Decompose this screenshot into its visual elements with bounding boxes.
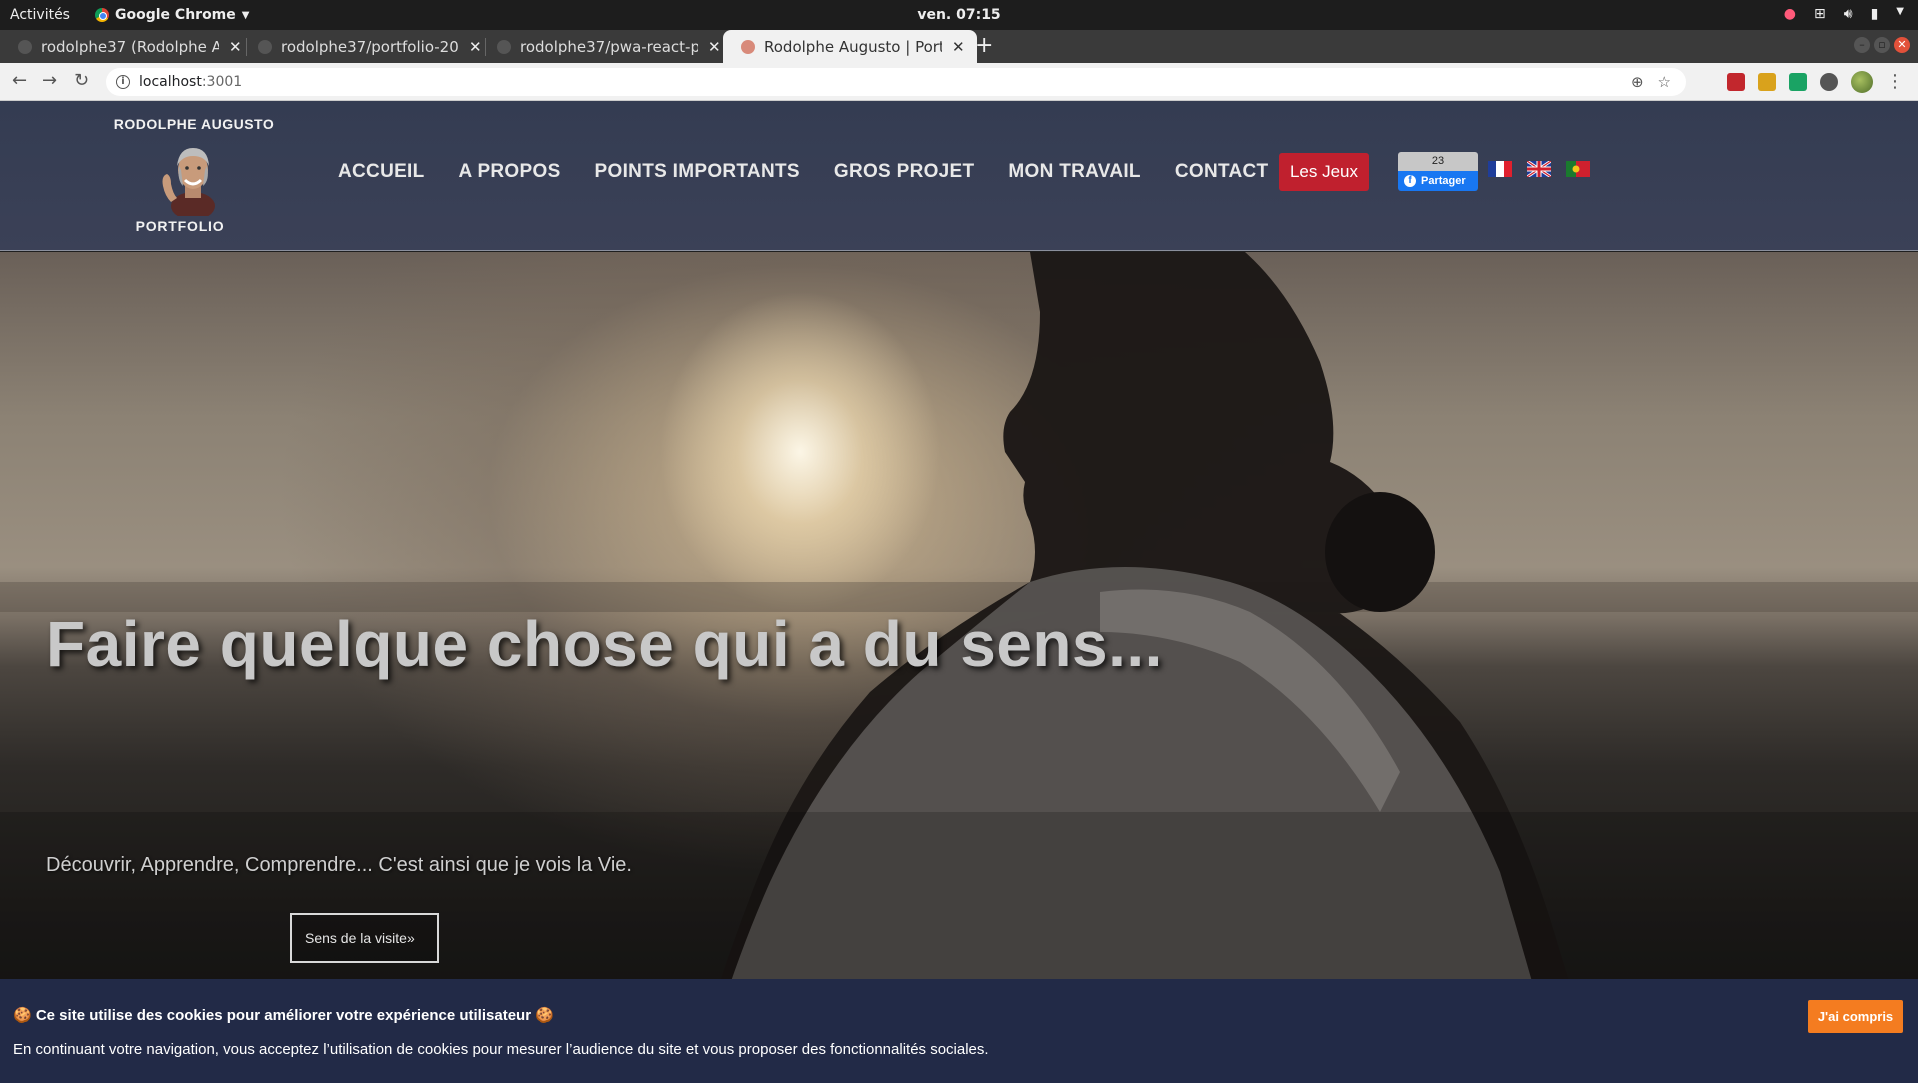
nav-link-contact[interactable]: CONTACT [1175, 161, 1269, 183]
browser-tab[interactable]: rodolphe37 (Rodolphe Augusto) ✕ [0, 30, 254, 63]
github-icon [497, 39, 511, 54]
volume-icon[interactable]: 🔊︎ [1844, 6, 1853, 22]
hero-title: Faire quelque chose qui a du sens... [46, 608, 1163, 680]
window-close-icon[interactable]: ✕ [1894, 37, 1910, 53]
cookie-consent-banner: 🍪 Ce site utilise des cookies pour améli… [0, 979, 1918, 1083]
french-flag-icon[interactable] [1488, 161, 1512, 177]
cookie-banner-title: 🍪 Ce site utilise des cookies pour améli… [13, 1007, 554, 1024]
app-menu-label: Google Chrome [115, 7, 236, 23]
close-icon[interactable]: ✕ [708, 38, 721, 56]
share-label-row: f Partager [1398, 171, 1478, 191]
hero-section: Faire quelque chose qui a du sens... Déc… [0, 252, 1918, 1082]
extensions-row: ⋮ [1727, 71, 1904, 93]
system-clock[interactable]: ven. 07:15 [917, 7, 1000, 23]
visit-guide-button[interactable]: Sens de la visite» [290, 913, 439, 963]
tab-title: rodolphe37/pwa-react-pr [520, 37, 698, 56]
avatar [155, 136, 225, 220]
games-button[interactable]: Les Jeux [1279, 153, 1369, 191]
github-icon [258, 39, 272, 54]
chevron-down-icon[interactable]: ▼ [1896, 6, 1904, 22]
window-controls: – ▫ ✕ [1854, 37, 1910, 53]
install-app-icon[interactable]: ⊕ [1631, 73, 1644, 91]
cookie-banner-text: En continuant votre navigation, vous acc… [13, 1041, 989, 1058]
extension-icon[interactable] [1758, 73, 1776, 91]
extensions-puzzle-icon[interactable] [1820, 73, 1838, 91]
nav-link-mon-travail[interactable]: MON TRAVAIL [1008, 161, 1140, 183]
omnibox-actions: ⊕ ☆ [1631, 68, 1671, 96]
nav-link-accueil[interactable]: ACCUEIL [338, 161, 425, 183]
site-header: RODOLPHE AUGUSTO PORTFOLIO ACCUEIL A PRO… [0, 101, 1918, 251]
cookie-accept-button[interactable]: J'ai compris [1808, 1000, 1903, 1033]
browser-tab[interactable]: rodolphe37/portfolio-2021 ✕ [240, 30, 494, 63]
app-menu[interactable]: Google Chrome ▼ [95, 7, 249, 23]
portuguese-flag-icon[interactable] [1566, 161, 1590, 177]
tab-title: rodolphe37/portfolio-2021 [281, 37, 459, 56]
hero-subtitle: Découvrir, Apprendre, Comprendre... C'es… [46, 854, 632, 876]
reload-icon[interactable]: ↻ [74, 70, 89, 91]
extension-react-devtools-icon[interactable] [1727, 73, 1745, 91]
network-icon[interactable]: ⊞ [1814, 6, 1826, 22]
facebook-share-button[interactable]: 23 f Partager [1398, 152, 1478, 191]
menu-icon[interactable]: ⋮ [1886, 73, 1904, 91]
share-label: Partager [1421, 175, 1466, 187]
maximize-icon[interactable]: ▫ [1874, 37, 1890, 53]
site-favicon [741, 39, 755, 54]
profile-avatar[interactable] [1851, 71, 1873, 93]
forward-icon[interactable]: → [42, 70, 57, 91]
browser-tab[interactable]: rodolphe37/pwa-react-pr ✕ [479, 30, 733, 63]
web-page: RODOLPHE AUGUSTO PORTFOLIO ACCUEIL A PRO… [0, 101, 1918, 1083]
nav-link-a-propos[interactable]: A PROPOS [459, 161, 561, 183]
share-count: 23 [1398, 152, 1478, 171]
activities-button[interactable]: Activités [10, 7, 70, 23]
facebook-icon: f [1404, 175, 1416, 187]
notification-icon[interactable]: ● [1784, 6, 1796, 22]
browser-toolbar: ← → ↻ i localhost:3001 ⊕ ☆ ⋮ [0, 63, 1918, 101]
language-selector [1488, 161, 1590, 177]
github-icon [18, 39, 32, 54]
chevron-down-icon: ▼ [241, 9, 250, 21]
site-logo[interactable]: RODOLPHE AUGUSTO PORTFOLIO [100, 116, 280, 234]
extension-flag-icon[interactable] [1789, 73, 1807, 91]
browser-tab-active[interactable]: Rodolphe Augusto | Portfolio ✕ [723, 30, 977, 63]
nav-link-gros-projet[interactable]: GROS PROJET [834, 161, 975, 183]
tab-strip: rodolphe37 (Rodolphe Augusto) ✕ rodolphe… [0, 30, 1918, 63]
url-host: localhost [139, 74, 202, 90]
bookmark-star-icon[interactable]: ☆ [1658, 73, 1671, 91]
url-port: :3001 [201, 74, 243, 90]
site-info-icon[interactable]: i [116, 75, 130, 89]
main-navigation: ACCUEIL A PROPOS POINTS IMPORTANTS GROS … [338, 161, 1268, 183]
tab-title: rodolphe37 (Rodolphe Augusto) [41, 37, 219, 56]
brand-title: RODOLPHE AUGUSTO [113, 116, 275, 132]
minimize-icon[interactable]: – [1854, 37, 1870, 53]
close-icon[interactable]: ✕ [952, 38, 965, 56]
system-tray[interactable]: ● ⊞ 🔊︎ ▮ ▼ [1784, 6, 1904, 22]
brand-subtitle: PORTFOLIO [135, 218, 225, 234]
english-flag-icon[interactable] [1527, 161, 1551, 177]
back-icon[interactable]: ← [12, 70, 27, 91]
new-tab-icon[interactable]: + [975, 33, 993, 58]
address-bar[interactable]: i localhost:3001 ⊕ ☆ [106, 68, 1686, 96]
nav-link-points-importants[interactable]: POINTS IMPORTANTS [595, 161, 800, 183]
system-top-bar: Activités Google Chrome ▼ ven. 07:15 ● ⊞… [0, 0, 1918, 30]
chrome-icon [95, 8, 109, 22]
tab-title: Rodolphe Augusto | Portfolio [764, 37, 942, 56]
battery-icon[interactable]: ▮ [1871, 6, 1879, 22]
